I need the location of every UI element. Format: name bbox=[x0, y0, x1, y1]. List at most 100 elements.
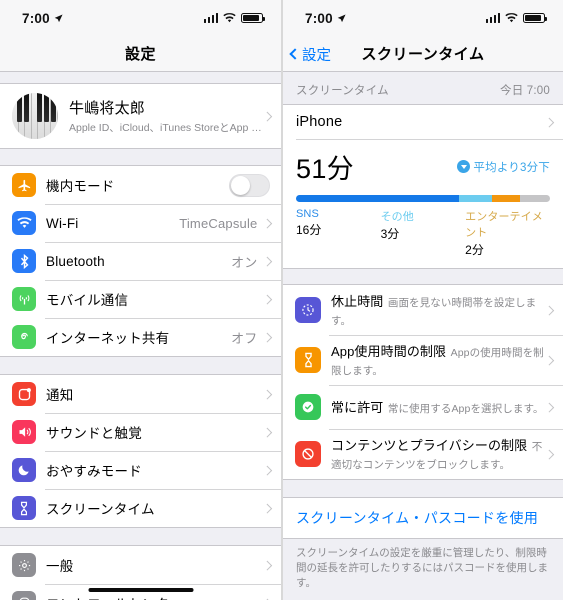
back-label: 設定 bbox=[302, 47, 331, 64]
page-title-screen-time: スクリーンタイム bbox=[361, 46, 485, 63]
spacer bbox=[0, 357, 281, 374]
legend-category: SNS bbox=[296, 208, 319, 220]
battery-icon bbox=[241, 12, 265, 24]
status-time-label: 7:00 bbox=[22, 10, 50, 26]
apple-id-row[interactable]: 牛嶋将太郎 Apple ID、iCloud、iTunes StoreとApp S… bbox=[0, 84, 281, 148]
average-comparison: 平均より3分下 bbox=[457, 159, 550, 175]
spacer bbox=[0, 72, 281, 83]
hourglass-icon bbox=[295, 347, 321, 373]
legend-item: SNS 16分 bbox=[296, 208, 381, 258]
sidebar-item-label: おやすみモード bbox=[46, 464, 142, 479]
sidebar-item-screen-time[interactable]: スクリーンタイム bbox=[0, 489, 281, 527]
passcode-footnote: スクリーンタイムの設定を厳重に管理したり、制限時間の延長を許可したりするにはパス… bbox=[283, 539, 563, 600]
sidebar-item-value: オン bbox=[231, 254, 258, 270]
sidebar-item-label: インターネット共有 bbox=[46, 331, 170, 346]
chevron-left-icon bbox=[289, 48, 301, 60]
bluetooth-icon bbox=[12, 249, 36, 273]
device-row-iphone[interactable]: iPhone bbox=[283, 105, 563, 139]
wifi-icon bbox=[12, 211, 36, 235]
nav-bar-right: 設定 スクリーンタイム bbox=[283, 36, 563, 72]
airplane-mode-toggle[interactable] bbox=[229, 173, 270, 197]
notifications-group: 通知 サウンドと触覚 おやすみモード スクリーンタイム bbox=[0, 374, 281, 528]
use-screen-time-passcode-button[interactable]: スクリーンタイム・パスコードを使用 bbox=[283, 498, 563, 538]
chevron-right-icon bbox=[262, 332, 272, 342]
sidebar-item-label: サウンドと触覚 bbox=[46, 426, 142, 441]
sidebar-item-value: オフ bbox=[231, 330, 258, 346]
feature-title: 休止時間 bbox=[331, 294, 384, 309]
connectivity-group: 機内モード Wi-Fi TimeCapsule Bluetooth オン モバイ… bbox=[0, 165, 281, 357]
sidebar-item-value: TimeCapsule bbox=[179, 215, 258, 231]
cellular-signal-icon bbox=[485, 13, 500, 23]
legend-category: エンターテイメント bbox=[465, 211, 543, 239]
sidebar-item-label: スクリーンタイム bbox=[46, 502, 155, 517]
account-text: 牛嶋将太郎 Apple ID、iCloud、iTunes StoreとApp S… bbox=[69, 97, 264, 135]
chevron-right-icon bbox=[262, 427, 272, 437]
back-button[interactable]: 設定 bbox=[289, 36, 331, 72]
chevron-right-icon bbox=[262, 560, 272, 570]
usage-bar-segment-entertainment bbox=[491, 195, 520, 202]
airplane-icon bbox=[12, 173, 36, 197]
chevron-right-icon bbox=[262, 218, 272, 228]
spacer bbox=[0, 149, 281, 165]
chevron-right-icon bbox=[262, 389, 272, 399]
passcode-group: スクリーンタイム・パスコードを使用 bbox=[283, 497, 563, 539]
block-icon bbox=[295, 441, 321, 467]
feature-row-content-privacy[interactable]: コンテンツとプライバシーの制限 不適切なコンテンツをブロックします。 bbox=[283, 429, 563, 479]
feature-title: 常に許可 bbox=[331, 400, 384, 415]
screen-time-features-group: 休止時間 画面を見ない時間帯を設定します。 App使用時間の制限 Appの使用時… bbox=[283, 284, 563, 480]
usage-bar-segment-sns bbox=[296, 195, 459, 202]
spacer bbox=[0, 528, 281, 545]
feature-row-app-limits[interactable]: App使用時間の制限 Appの使用時間を制限します。 bbox=[283, 335, 563, 385]
chevron-right-icon bbox=[262, 503, 272, 513]
check-circle-icon bbox=[295, 394, 321, 420]
battery-icon bbox=[523, 12, 547, 24]
sidebar-item-sounds-haptics[interactable]: サウンドと触覚 bbox=[0, 413, 281, 451]
status-icons-left bbox=[203, 12, 265, 24]
sound-icon bbox=[12, 420, 36, 444]
chevron-right-icon bbox=[262, 294, 272, 304]
status-time-label: 7:00 bbox=[305, 10, 333, 26]
notification-icon bbox=[12, 382, 36, 406]
legend-value: 3分 bbox=[380, 227, 400, 241]
control-center-icon bbox=[12, 591, 36, 600]
usage-chart-header: 51分 平均より3分下 bbox=[296, 147, 550, 186]
account-name: 牛嶋将太郎 bbox=[69, 100, 146, 117]
sidebar-item-do-not-disturb[interactable]: おやすみモード bbox=[0, 451, 281, 489]
status-icons-right bbox=[485, 12, 547, 24]
usage-bar-segment-other bbox=[458, 195, 492, 202]
sidebar-item-notifications[interactable]: 通知 bbox=[0, 375, 281, 413]
sidebar-item-wifi[interactable]: Wi-Fi TimeCapsule bbox=[0, 204, 281, 242]
cellular-icon bbox=[12, 287, 36, 311]
sidebar-item-airplane-mode[interactable]: 機内モード bbox=[0, 166, 281, 204]
feature-row-downtime[interactable]: 休止時間 画面を見ない時間帯を設定します。 bbox=[283, 285, 563, 335]
page-title-settings: 設定 bbox=[124, 46, 156, 63]
sidebar-item-bluetooth[interactable]: Bluetooth オン bbox=[0, 242, 281, 280]
sidebar-item-general[interactable]: 一般 bbox=[0, 546, 281, 584]
legend-value: 16分 bbox=[296, 223, 322, 237]
status-time-right: 7:00 bbox=[305, 11, 346, 26]
chevron-right-icon bbox=[544, 355, 554, 365]
usage-chart: 51分 平均より3分下 SNS 16分 その他 3分 エンターテイメント 2分 bbox=[283, 139, 563, 268]
chevron-right-icon bbox=[544, 305, 554, 315]
location-arrow-icon bbox=[337, 13, 346, 22]
feature-row-always-allowed[interactable]: 常に許可 常に使用するAppを選択します。 bbox=[283, 385, 563, 429]
sidebar-item-cellular[interactable]: モバイル通信 bbox=[0, 280, 281, 318]
usage-bar-segment-remainder bbox=[519, 195, 550, 202]
moon-icon bbox=[12, 458, 36, 482]
hourglass-icon bbox=[12, 496, 36, 520]
chevron-right-icon bbox=[262, 111, 272, 121]
spacer bbox=[283, 269, 563, 284]
location-arrow-icon bbox=[54, 13, 63, 22]
dual-phone-screenshot: 7:00 設定 牛嶋将太郎 Apple ID、iCloud、iTunes Sto… bbox=[0, 0, 563, 600]
chevron-right-icon bbox=[262, 465, 272, 475]
chevron-right-icon bbox=[544, 402, 554, 412]
sidebar-item-control-center[interactable]: コントロールセンター bbox=[0, 584, 281, 600]
chevron-right-icon bbox=[544, 117, 554, 127]
spacer bbox=[283, 480, 563, 497]
downtime-clock-icon bbox=[295, 297, 321, 323]
legend-category: その他 bbox=[380, 211, 414, 223]
sidebar-item-label: Bluetooth bbox=[46, 253, 105, 269]
passcode-link-label: スクリーンタイム・パスコードを使用 bbox=[296, 510, 539, 526]
hotspot-icon bbox=[12, 325, 36, 349]
sidebar-item-personal-hotspot[interactable]: インターネット共有 オフ bbox=[0, 318, 281, 356]
